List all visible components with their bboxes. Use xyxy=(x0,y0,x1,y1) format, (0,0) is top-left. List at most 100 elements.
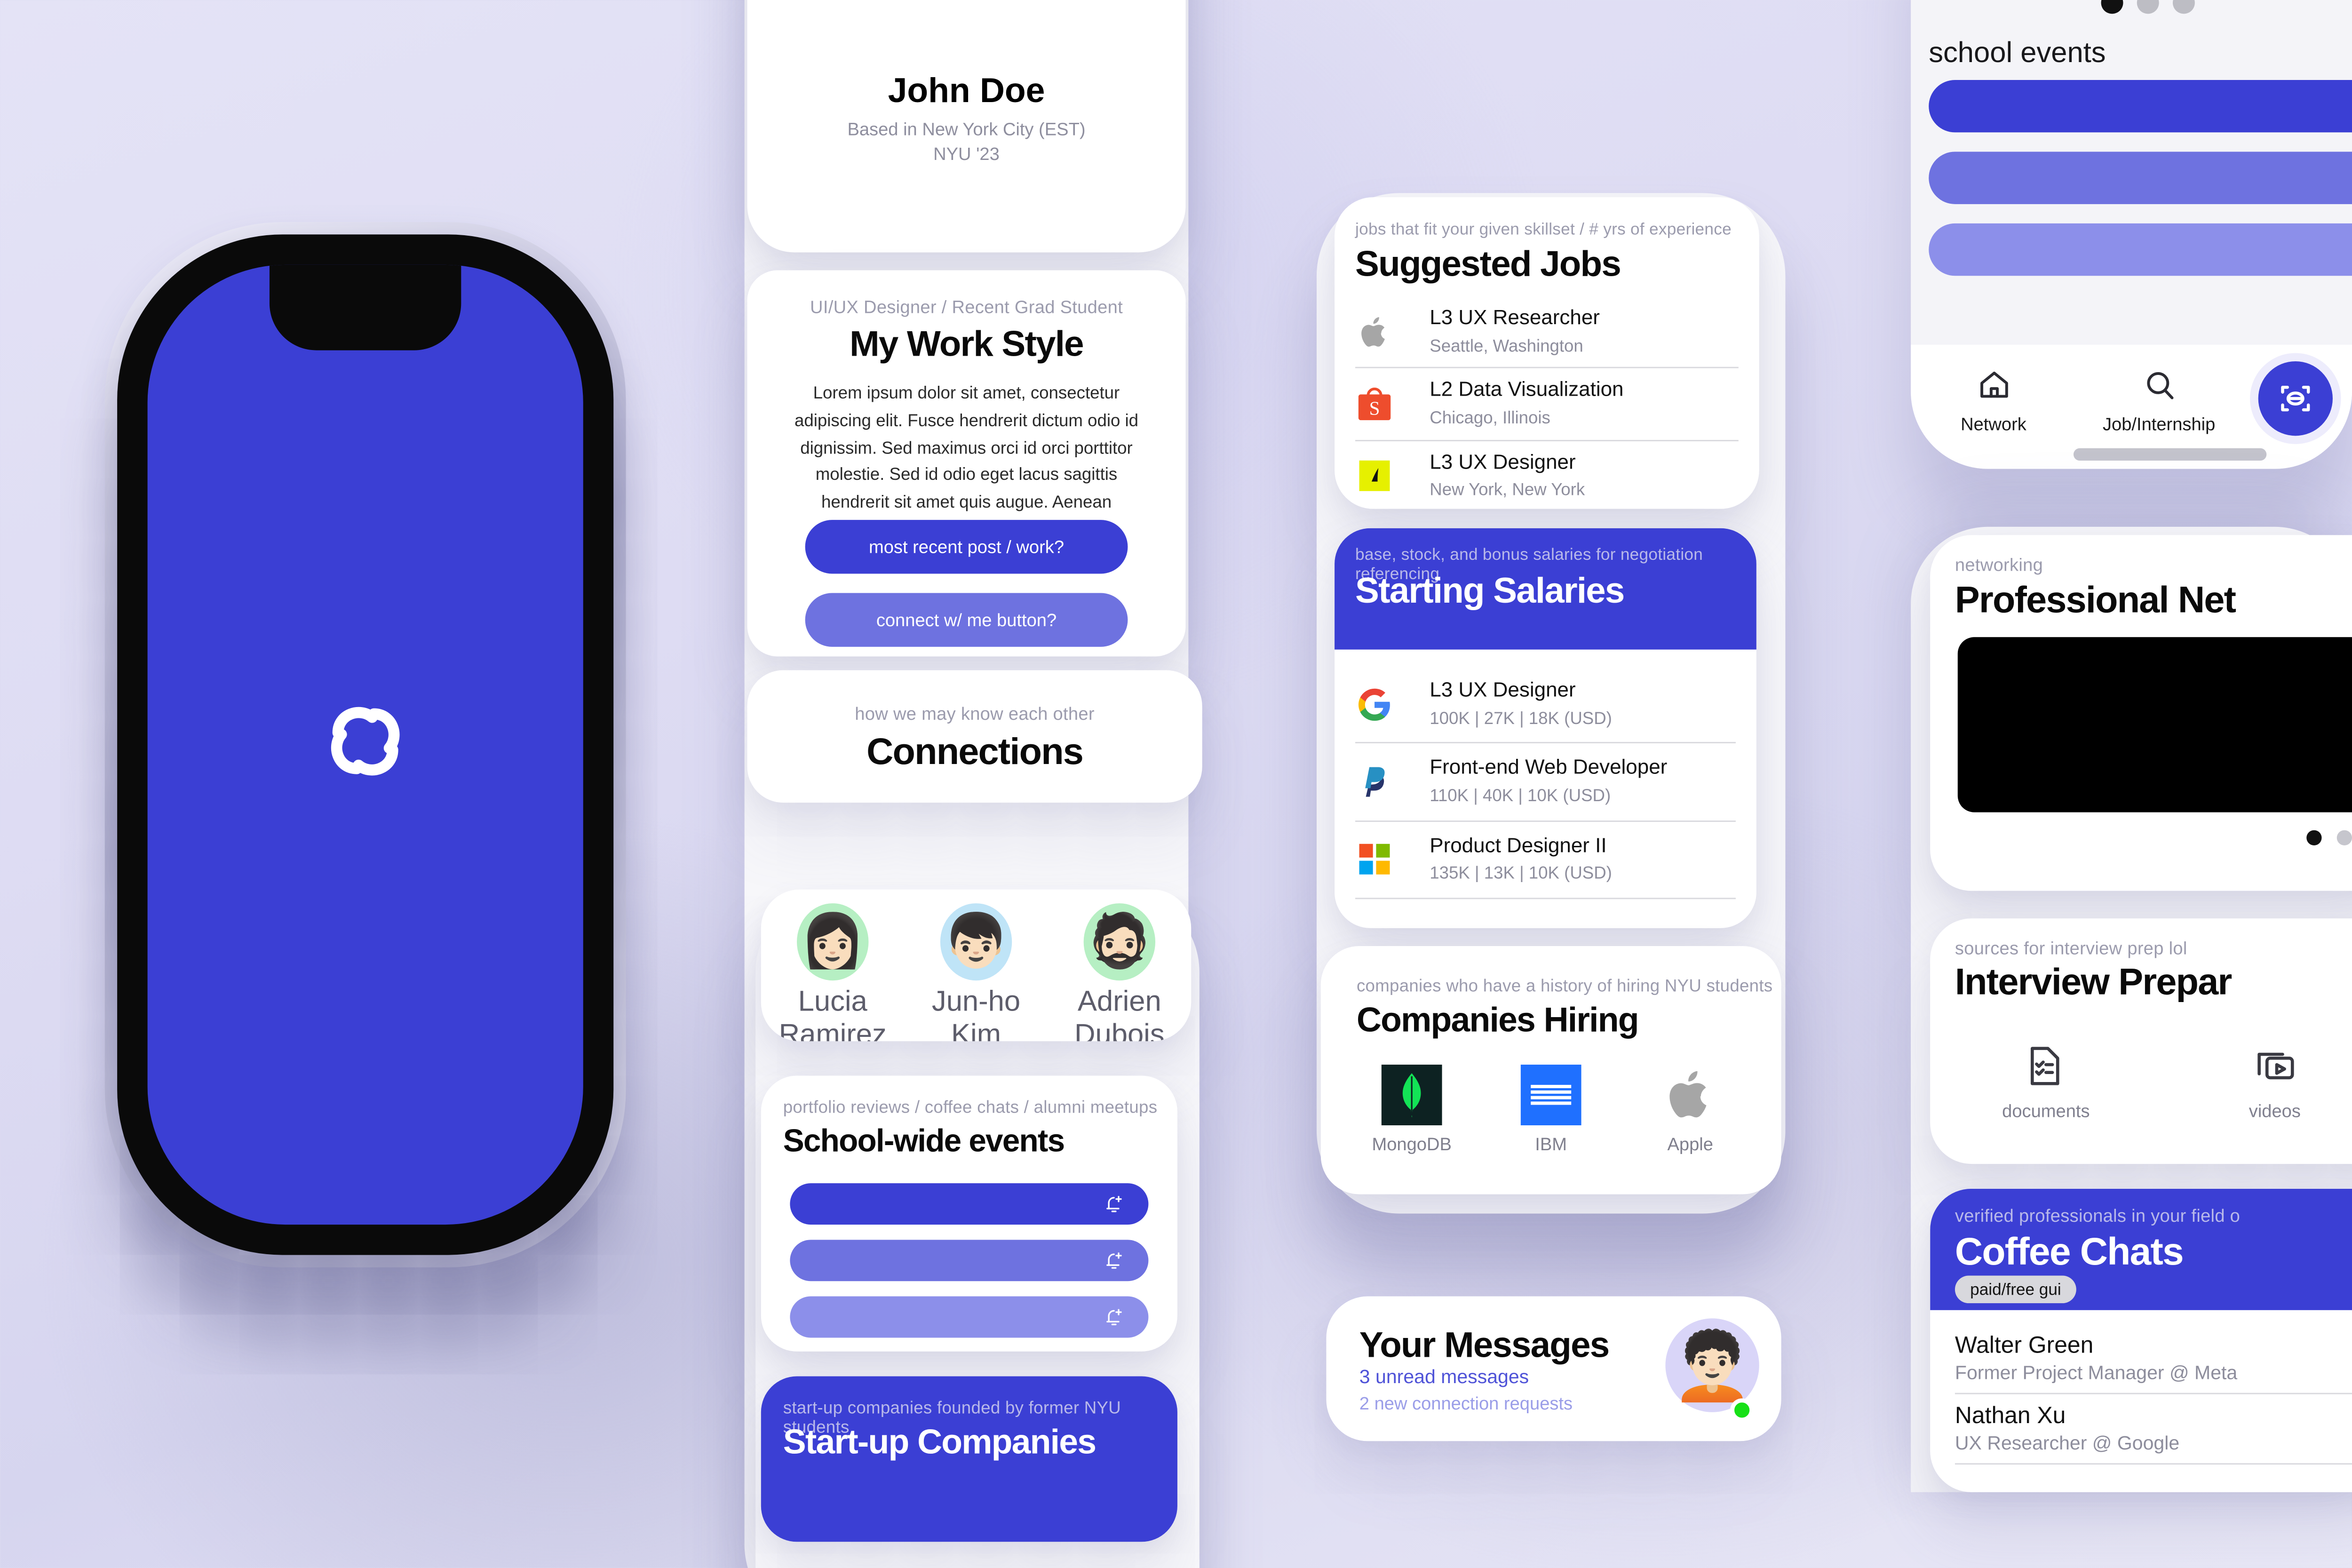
coffee-chat-person[interactable]: Nathan Xu UX Researcher @ Google xyxy=(1955,1394,2352,1464)
nav-label-jobs: Job/Internship xyxy=(2102,414,2216,435)
connection-item[interactable]: 👦🏻 Jun-ho Kim NYU '17 Project Manager @ … xyxy=(910,903,1042,1041)
paypal-logo xyxy=(1355,763,1394,801)
coffee-header: verified professionals in your field o C… xyxy=(1930,1188,2352,1310)
list-item[interactable]: L3 UX Designer New York, New York xyxy=(1355,441,1739,509)
companies-hiring-card: companies who have a history of hiring N… xyxy=(1320,946,1781,1194)
home-icon xyxy=(1979,371,2008,398)
item-title: L3 UX Designer xyxy=(1430,678,1576,702)
unread-count[interactable]: 3 unread messages xyxy=(1359,1365,1529,1387)
interview-eyebrow: sources for interview prep lol xyxy=(1955,938,2187,959)
item-subtitle: 100K | 27K | 18K (USD) xyxy=(1430,708,1612,728)
microsoft-logo xyxy=(1355,840,1394,879)
google-logo xyxy=(1355,685,1394,724)
connection-name: Adrien Dubois xyxy=(1074,986,1165,1042)
interview-item-videos[interactable]: videos xyxy=(2220,1043,2330,1121)
company-item[interactable]: MongoDB xyxy=(1357,1065,1467,1154)
connection-item[interactable]: 👩🏻 Lucia Ramirez NYU '19 UX Engineer @ A… xyxy=(767,903,899,1041)
company-item[interactable]: IBM xyxy=(1496,1065,1606,1154)
splash-phone xyxy=(104,222,626,1267)
salaries-header: base, stock, and bonus salaries for nego… xyxy=(1335,528,1756,650)
bell-plus-icon[interactable] xyxy=(1102,1248,1127,1273)
svg-text:S: S xyxy=(1369,397,1380,419)
company-label: IBM xyxy=(1535,1133,1567,1154)
school-events-eyebrow: portfolio reviews / coffee chats / alumn… xyxy=(783,1098,1158,1117)
profile-location: Based in New York City (EST) xyxy=(847,119,1086,140)
connection-requests[interactable]: 2 new connection requests xyxy=(1359,1393,1573,1414)
connection-name: Jun-ho Kim xyxy=(931,986,1021,1042)
person-role: UX Researcher @ Google xyxy=(1955,1431,2180,1454)
profile-name: John Doe xyxy=(888,72,1045,111)
connect-button[interactable]: connect w/ me button? xyxy=(805,593,1128,647)
video-placeholder[interactable] xyxy=(1957,637,2352,812)
divider xyxy=(1955,1463,2352,1465)
school-event-bar[interactable] xyxy=(1929,151,2352,204)
list-item[interactable]: S L2 Data Visualization Chicago, Illinois xyxy=(1355,369,1739,439)
bell-plus-icon[interactable] xyxy=(1102,1305,1127,1329)
item-subtitle: Chicago, Illinois xyxy=(1430,408,1550,428)
work-style-card: UI/UX Designer / Recent Grad Student My … xyxy=(747,270,1186,657)
pager-dot[interactable] xyxy=(2336,830,2352,845)
item-subtitle: 110K | 40K | 10K (USD) xyxy=(1430,786,1611,805)
item-title: L3 UX Researcher xyxy=(1430,306,1600,330)
school-event-bar[interactable] xyxy=(790,1296,1149,1338)
shopee-logo: S xyxy=(1355,385,1394,423)
connections-card: how we may know each other Connections xyxy=(747,670,1202,803)
coffee-chats-card: verified professionals in your field o C… xyxy=(1930,1188,2352,1492)
status-dots xyxy=(2101,0,2195,14)
item-subtitle: 135K | 13K | 10K (USD) xyxy=(1430,863,1612,883)
splash-screen xyxy=(147,264,583,1225)
item-subtitle: New York, New York xyxy=(1430,480,1585,500)
connections-title: Connections xyxy=(866,731,1084,772)
school-event-bar[interactable] xyxy=(790,1183,1149,1225)
coffee-eyebrow: verified professionals in your field o xyxy=(1955,1205,2241,1226)
list-item[interactable]: Front-end Web Developer 110K | 40K | 10K… xyxy=(1355,744,1736,820)
school-event-bar[interactable] xyxy=(790,1240,1149,1281)
interview-label-documents: documents xyxy=(2002,1100,2090,1122)
connection-item[interactable]: 🧔🏻 Adrien Dubois NYU '14 Lead UX Designe… xyxy=(1053,903,1185,1041)
companies-hiring-eyebrow: companies who have a history of hiring N… xyxy=(1356,976,1773,996)
interview-item-documents[interactable]: documents xyxy=(1991,1043,2101,1121)
work-style-eyebrow: UI/UX Designer / Recent Grad Student xyxy=(810,296,1123,318)
nav-item-network[interactable]: Network xyxy=(1936,367,2051,435)
online-status-dot xyxy=(1730,1398,1754,1422)
school-events-title: School-wide events xyxy=(783,1122,1065,1159)
list-item[interactable]: Product Designer II 135K | 13K | 10K (US… xyxy=(1355,821,1736,898)
person-name: Nathan Xu xyxy=(1955,1402,2066,1429)
coffee-chat-person[interactable]: Walter Green Former Project Manager @ Me… xyxy=(1955,1324,2352,1393)
recent-post-button[interactable]: most recent post / work? xyxy=(805,520,1128,574)
salaries-title: Starting Salaries xyxy=(1355,569,1625,611)
connection-name: Lucia Ramirez xyxy=(779,986,887,1042)
coffee-badge[interactable]: paid/free gui xyxy=(1955,1275,2076,1304)
scan-fab-button[interactable] xyxy=(2258,361,2333,436)
scan-logo-icon xyxy=(2281,385,2310,412)
pager-dot[interactable] xyxy=(2306,830,2322,845)
home-indicator xyxy=(2073,448,2267,461)
suggested-jobs-card: jobs that fit your given skillset / # yr… xyxy=(1335,197,1759,509)
messages-card: Your Messages 3 unread messages 2 new co… xyxy=(1326,1296,1781,1441)
professional-network-card: networking Professional Net xyxy=(1930,535,2352,891)
phone-notch xyxy=(269,264,461,350)
list-item[interactable]: L3 UX Researcher Seattle, Washington xyxy=(1355,296,1739,367)
profile-school: NYU '23 xyxy=(933,143,1000,164)
document-checklist-icon xyxy=(2030,1047,2059,1085)
list-item[interactable]: L3 UX Designer 100K | 27K | 18K (USD) xyxy=(1355,666,1736,742)
ibm-logo xyxy=(1520,1065,1581,1126)
messages-avatar[interactable]: 🧑🏻‍🦱 xyxy=(1665,1318,1759,1412)
mockup-scene: 🧑🏻‍🦳 John Doe Based in New York City (ES… xyxy=(0,0,2352,1568)
company-item[interactable]: Apple xyxy=(1635,1065,1745,1154)
video-library-icon xyxy=(2257,1052,2294,1080)
item-subtitle: Seattle, Washington xyxy=(1430,336,1583,356)
prof-net-title: Professional Net xyxy=(1955,579,2236,621)
school-event-bar[interactable] xyxy=(1929,223,2352,276)
item-title: L2 Data Visualization xyxy=(1430,378,1624,402)
avatar: 🧔🏻 xyxy=(1083,903,1156,981)
divider xyxy=(1355,898,1736,899)
nav-item-jobs[interactable]: Job/Internship xyxy=(2063,367,2256,435)
item-title: Product Designer II xyxy=(1430,834,1607,858)
person-name: Walter Green xyxy=(1955,1332,2094,1359)
nav-label-network: Network xyxy=(1961,414,2026,435)
connections-eyebrow: how we may know each other xyxy=(855,703,1095,724)
bell-plus-icon[interactable] xyxy=(1102,1192,1127,1217)
school-event-bar[interactable] xyxy=(1929,80,2352,133)
item-title: L3 UX Designer xyxy=(1430,450,1576,474)
